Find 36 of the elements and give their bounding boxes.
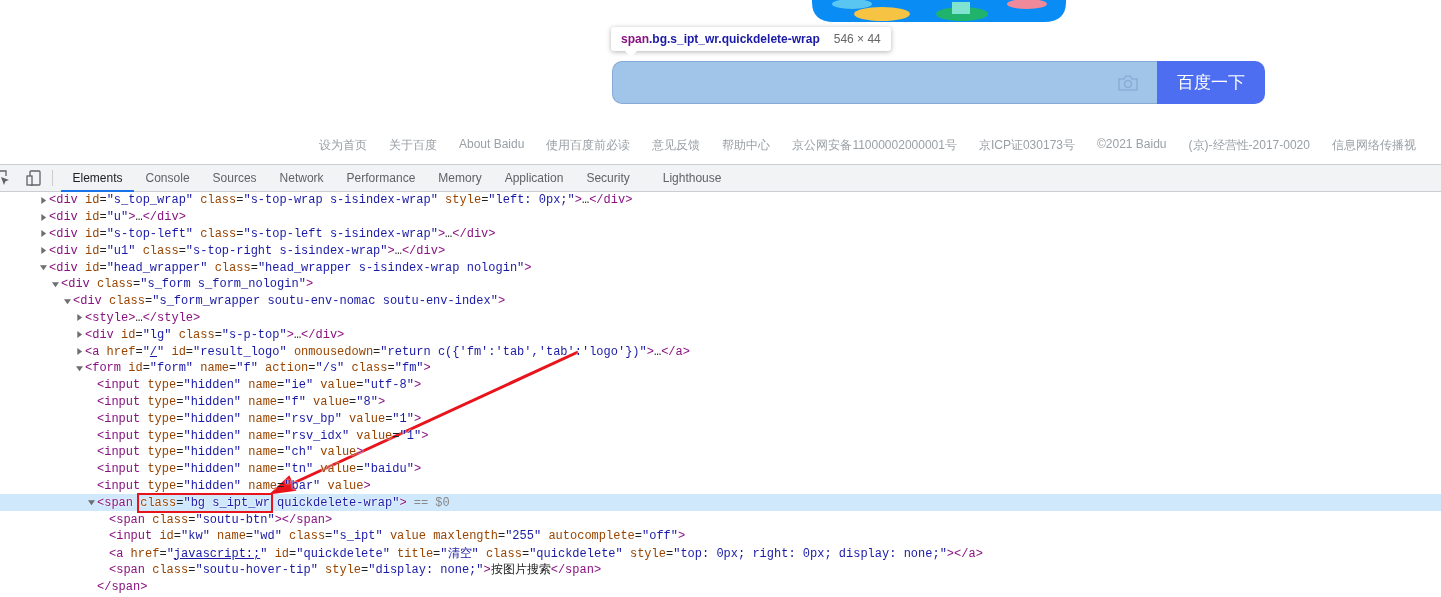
code-line[interactable]: <input type="hidden" name="ie" value="utf-8"> <box>97 378 422 393</box>
code-line[interactable]: <div class="s_form_wrapper soutu-env-nomac soutu-env-index"> <box>73 294 506 309</box>
code-line[interactable]: <input type="hidden" name="f" value="8"> <box>97 394 386 409</box>
code-line[interactable]: <span class="bg s_ipt_wr quickdelete-wrap"> <box>97 495 407 510</box>
code-line[interactable]: <span class="soutu-hover-tip" style="display: none;">按图片搜索</span> <box>109 561 602 579</box>
code-line[interactable]: <div id="u1" class="s-top-right s-isindex-wrap">…</div> <box>49 243 446 258</box>
code-line[interactable]: <a href="/" id="result_logo" onmousedown="return c({'fm':'tab','tab':'logo'})">…</a> <box>85 344 690 359</box>
search-button[interactable]: 百度一下 <box>1157 61 1265 104</box>
code-line[interactable]: <div id="lg" class="s-p-top">…</div> <box>85 327 345 342</box>
code-line[interactable]: </span> <box>97 579 148 594</box>
devtools-tab[interactable]: Console <box>134 164 202 192</box>
devtools-tab[interactable]: Network <box>268 164 336 192</box>
element-size: 546 × 44 <box>833 32 881 46</box>
code-line[interactable]: <a href="javascript:;" id="quickdelete" title="清空" class="quickdelete" style="top: 0px; right: 0px; display: none;"></a> <box>109 544 983 562</box>
devtools-tab[interactable]: Application <box>493 164 575 192</box>
devtools-tab[interactable]: Security <box>574 164 642 192</box>
selected-node-marker: == $0 <box>413 495 450 510</box>
code-line[interactable]: <span class="soutu-btn"></span> <box>109 512 333 527</box>
code-line[interactable]: <div id="s_top_wrap" class="s-top-wrap s-isindex-wrap" style="left: 0px;">…</div> <box>49 193 633 208</box>
code-line[interactable]: <form id="form" name="f" action="/s" class="fm"> <box>85 361 431 376</box>
code-line[interactable]: <style>…</style> <box>85 310 201 325</box>
devtools-tab[interactable]: Performance <box>335 164 427 192</box>
devtools-tab[interactable]: Lighthouse <box>651 164 733 192</box>
devtools-tab[interactable]: Sources <box>201 164 269 192</box>
devtools-tab[interactable]: Memory <box>426 164 494 192</box>
code-line[interactable]: <div id="head_wrapper" class="head_wrapper s-isindex-wrap nologin"> <box>49 260 532 275</box>
code-line[interactable]: <input type="hidden" name="ch" value> <box>97 445 364 460</box>
code-line[interactable]: <input type="hidden" name="rsv_bp" value="1"> <box>97 411 422 426</box>
code-link[interactable]: / <box>149 344 158 359</box>
code-line[interactable]: <input id="kw" name="wd" class="s_ipt" value maxlength="255" autocomplete="off"> <box>109 529 686 544</box>
code-line[interactable]: <div id="s-top-left" class="s-top-left s-isindex-wrap">…</div> <box>49 227 496 241</box>
element-selector: span.bg.s_ipt_wr.quickdelete-wrap <box>621 32 820 46</box>
code-link[interactable]: javascript:; <box>173 546 261 561</box>
code-line[interactable]: <div id="u">…</div> <box>49 210 186 225</box>
devtools-tab[interactable]: Elements <box>61 164 135 192</box>
code-line[interactable]: <div class="s_form s_form_nologin"> <box>61 277 314 292</box>
